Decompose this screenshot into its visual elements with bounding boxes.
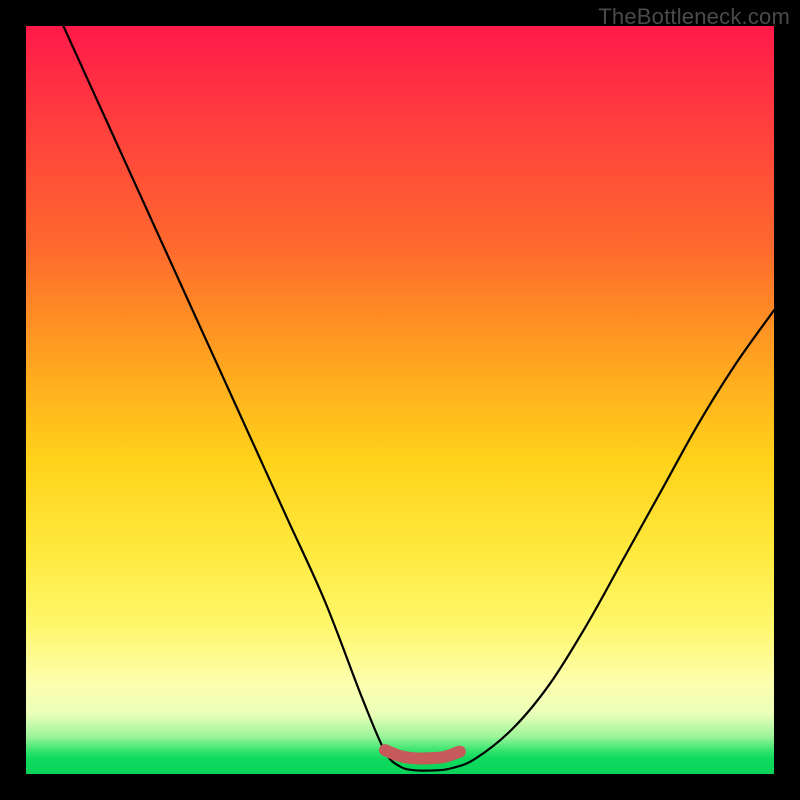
optimal-zone-marker: [385, 750, 460, 758]
plot-area: [26, 26, 774, 774]
bottleneck-curve: [63, 26, 774, 771]
curve-layer: [26, 26, 774, 774]
chart-frame: TheBottleneck.com: [0, 0, 800, 800]
